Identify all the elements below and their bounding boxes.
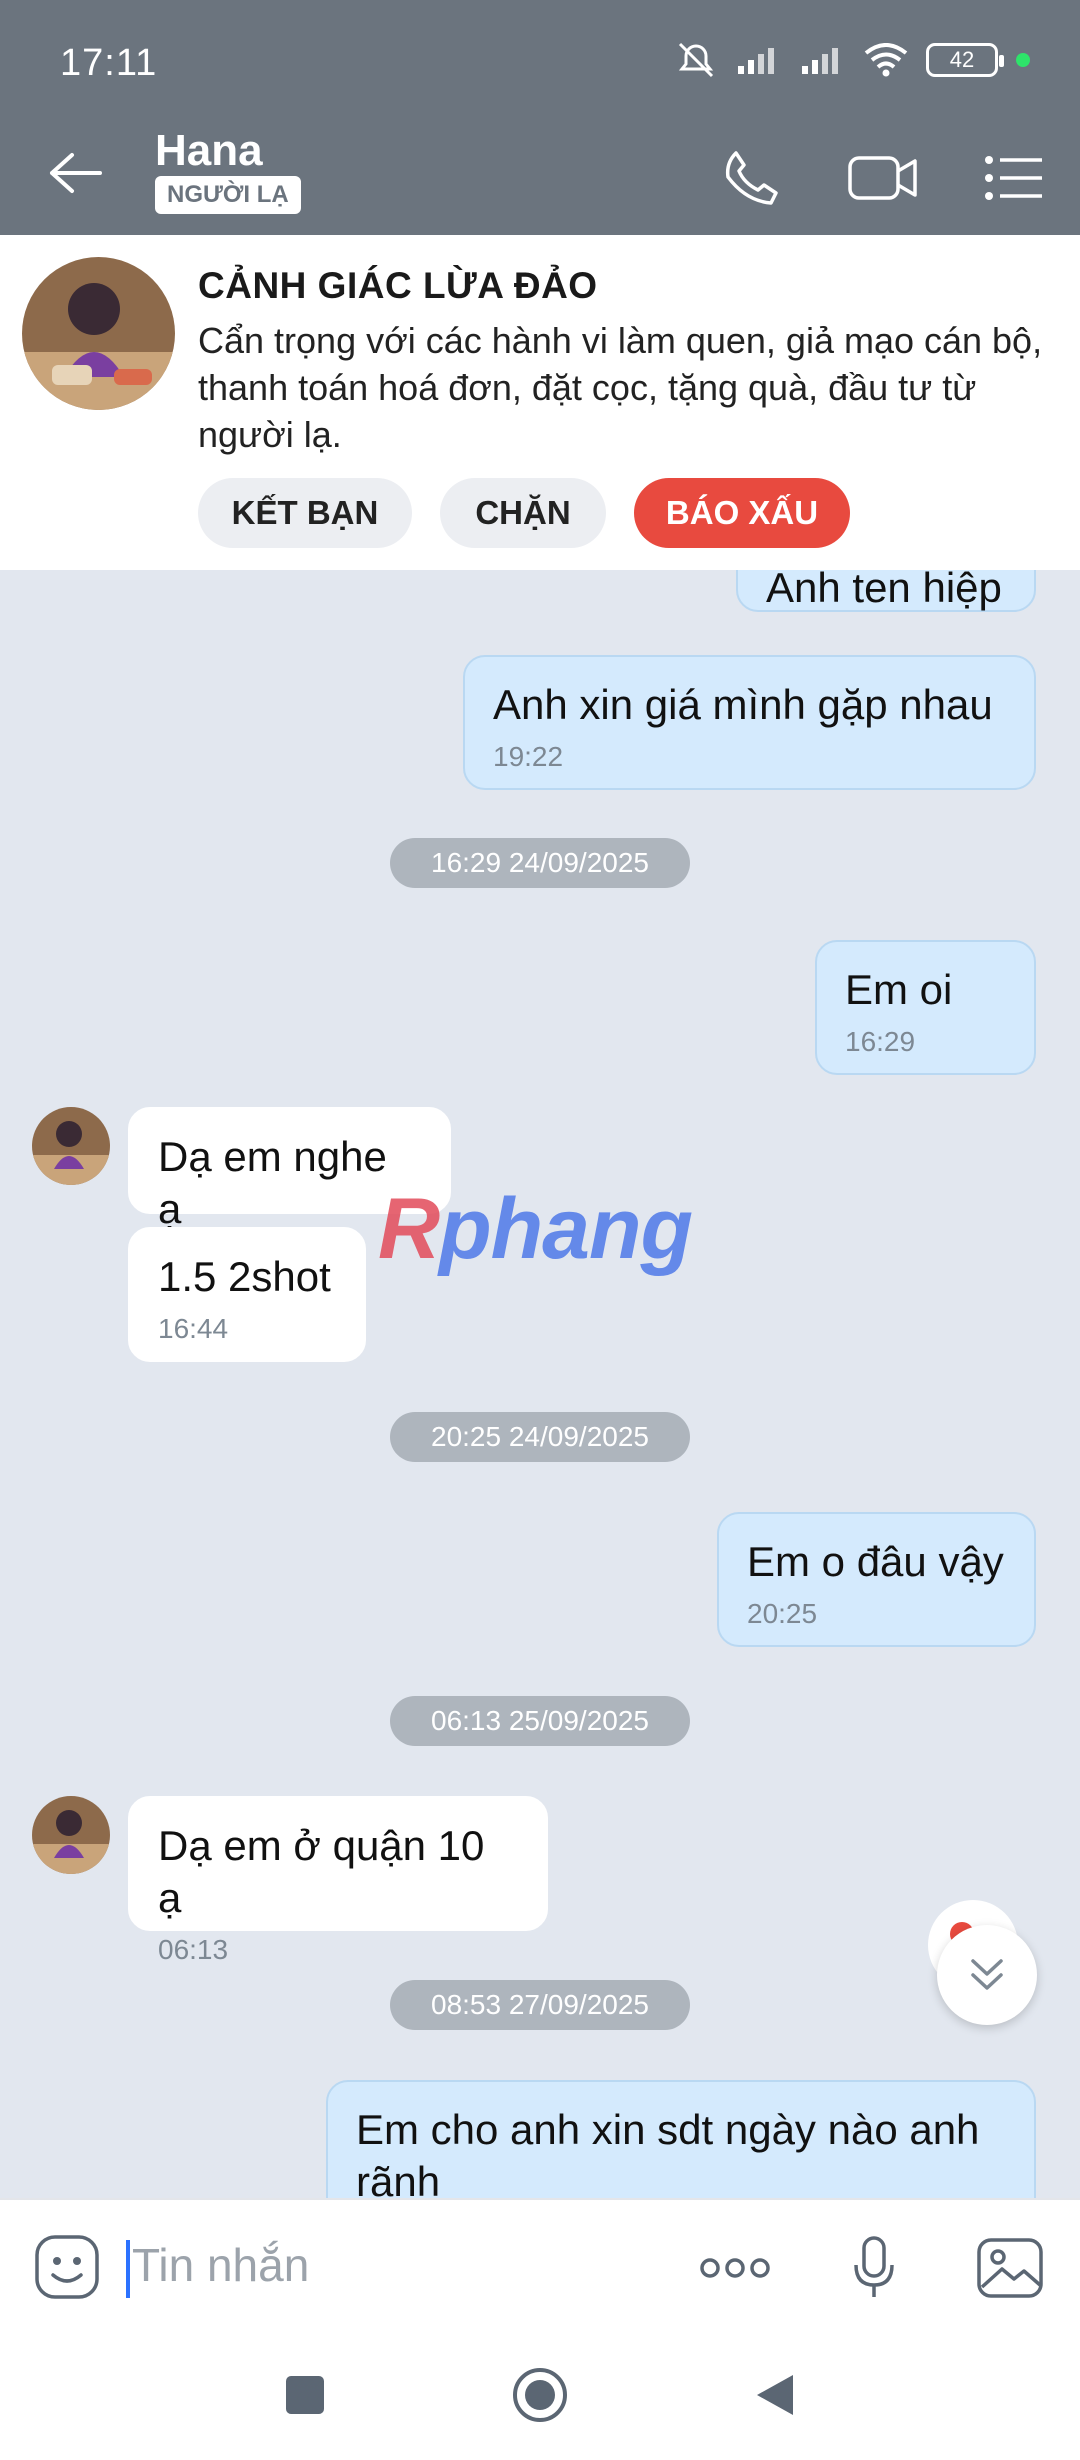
message-time: 16:29 <box>845 1026 916 1057</box>
message-text: 1.5 2shot <box>158 1253 331 1300</box>
warning-title: CẢNH GIÁC LỪA ĐẢO <box>198 265 598 306</box>
gallery-button[interactable] <box>970 2228 1050 2308</box>
sender-avatar[interactable] <box>32 1796 110 1874</box>
list-menu-icon <box>985 156 1042 200</box>
status-icons: 42 <box>674 40 1030 80</box>
arrow-left-icon <box>50 153 102 193</box>
outgoing-message[interactable]: Em o đâu vậy 20:25 <box>717 1512 1036 1647</box>
message-text: Em cho anh xin sdt ngày nào anh rãnh <box>356 2106 980 2198</box>
warning-text: Cẩn trọng với các hành vi làm quen, giả … <box>198 320 1043 455</box>
stranger-badge: NGƯỜI LẠ <box>155 176 301 214</box>
incoming-message[interactable]: 1.5 2shot 16:44 <box>128 1227 366 1362</box>
incoming-message[interactable]: Dạ em ở quận 10 ạ 06:13 <box>128 1796 548 1965</box>
message-time: 16:44 <box>158 1313 229 1344</box>
battery-icon: 42 <box>926 43 1004 77</box>
report-button[interactable]: BÁO XẤU <box>634 478 850 548</box>
warning-actions: KẾT BẠN CHẶN BÁO XẤU <box>198 478 850 548</box>
outgoing-message[interactable]: Em cho anh xin sdt ngày nào anh rãnh <box>326 2080 1036 2198</box>
voice-message-button[interactable] <box>834 2228 914 2308</box>
add-friend-button[interactable]: KẾT BẠN <box>198 478 412 548</box>
date-separator: 08:53 27/09/2025 <box>390 1980 690 2030</box>
chat-header: Hana NGƯỜI LẠ <box>0 120 1080 235</box>
scam-warning-panel: CẢNH GIÁC LỪA ĐẢO Cẩn trọng với các hành… <box>0 235 1080 570</box>
recent-apps-button[interactable] <box>270 2360 340 2430</box>
date-separator: 06:13 25/09/2025 <box>390 1696 690 1746</box>
home-circle-icon <box>513 2368 567 2422</box>
status-time: 17:11 <box>60 42 158 84</box>
triangle-back-icon <box>757 2375 793 2415</box>
sticker-button[interactable] <box>30 2230 104 2304</box>
message-text: Anh xin giá mình gặp nhau <box>493 681 993 728</box>
menu-button[interactable] <box>974 138 1054 218</box>
more-dots-icon <box>700 2258 770 2278</box>
message-text: Anh ten hiệp <box>766 570 1002 611</box>
system-back-button[interactable] <box>740 2360 810 2430</box>
phone-icon <box>725 151 778 205</box>
message-time: 06:13 <box>158 1934 229 1965</box>
message-time: 20:25 <box>747 1598 818 1629</box>
sticker-face-icon <box>35 2235 99 2299</box>
signal-icon <box>738 48 774 74</box>
message-text: Em o đâu vậy <box>747 1538 1004 1585</box>
double-chevron-down-icon <box>971 1959 1003 1990</box>
message-input[interactable] <box>132 2230 652 2300</box>
home-button[interactable] <box>505 2360 575 2430</box>
video-call-button[interactable] <box>843 138 923 218</box>
message-text: Em oi <box>845 966 953 1013</box>
sender-avatar[interactable] <box>32 1107 110 1185</box>
watermark-logo: Rphang <box>378 1181 693 1277</box>
microphone-icon <box>854 2236 894 2297</box>
scroll-to-bottom-button[interactable] <box>937 1925 1037 2025</box>
message-input-bar <box>0 2198 1080 2330</box>
video-camera-icon <box>848 156 917 200</box>
outgoing-message[interactable]: Em oi 16:29 <box>815 940 1036 1075</box>
date-separator: 16:29 24/09/2025 <box>390 838 690 888</box>
privacy-dot-icon <box>1016 53 1030 67</box>
outgoing-message[interactable]: Anh xin giá mình gặp nhau 19:22 <box>463 655 1036 790</box>
outgoing-message[interactable]: Anh ten hiệp <box>736 570 1036 612</box>
message-text: Dạ em ở quận 10 ạ <box>158 1822 485 1921</box>
message-time: 19:22 <box>493 741 564 772</box>
battery-level: 42 <box>949 47 975 72</box>
mute-vibrate-icon <box>678 42 714 78</box>
back-button[interactable] <box>40 138 110 208</box>
wifi-icon <box>864 43 908 77</box>
signal-icon-2 <box>802 48 838 74</box>
status-bar: 17:11 42 <box>0 0 1080 130</box>
contact-name[interactable]: Hana <box>155 126 263 176</box>
system-navigation-bar <box>0 2330 1080 2460</box>
chat-area[interactable]: Anh ten hiệp Anh xin giá mình gặp nhau 1… <box>0 570 1080 2198</box>
text-caret <box>126 2240 130 2298</box>
voice-call-button[interactable] <box>711 138 791 218</box>
block-button[interactable]: CHẶN <box>440 478 606 548</box>
image-icon <box>977 2238 1043 2298</box>
top-bar: 17:11 42 Hana NGƯỜI LẠ <box>0 0 1080 235</box>
contact-avatar[interactable] <box>22 257 175 410</box>
square-icon <box>286 2376 324 2414</box>
more-options-button[interactable] <box>695 2228 775 2308</box>
date-separator: 20:25 24/09/2025 <box>390 1412 690 1462</box>
